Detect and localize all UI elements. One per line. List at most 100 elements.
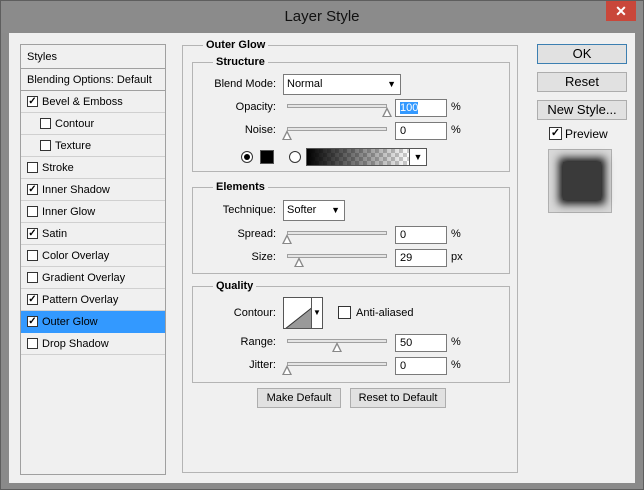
blend-mode-select[interactable]: Normal ▼ (283, 74, 401, 95)
style-item-label: Contour (55, 118, 95, 130)
style-item-stroke[interactable]: Stroke (21, 157, 165, 179)
contour-label: Contour: (233, 307, 276, 319)
technique-select[interactable]: Softer ▼ (283, 200, 345, 221)
preview-checkbox[interactable]: ✓ (549, 127, 562, 140)
elements-group: Elements Technique: Softer ▼ Spread: 0 %… (192, 181, 510, 274)
style-preview-thumbnail (548, 149, 612, 213)
style-item-label: Inner Glow (42, 206, 96, 218)
make-default-button[interactable]: Make Default (257, 388, 341, 408)
opacity-unit: % (451, 101, 461, 113)
style-item-label: Drop Shadow (42, 338, 109, 350)
spread-unit: % (451, 228, 461, 240)
style-item-label: Color Overlay (42, 250, 110, 262)
style-item-color-overlay[interactable]: Color Overlay (21, 245, 165, 267)
glow-color-swatch[interactable] (260, 150, 274, 164)
spread-label: Spread: (237, 228, 276, 240)
style-item-drop-shadow[interactable]: Drop Shadow (21, 333, 165, 355)
style-item-label: Satin (42, 228, 68, 240)
style-item-texture[interactable]: Texture (21, 135, 165, 157)
style-checkbox[interactable] (27, 272, 38, 283)
size-input[interactable]: 29 (395, 249, 447, 267)
preview-swatch (563, 162, 601, 200)
size-unit: px (451, 251, 463, 263)
opacity-value: 100 (400, 102, 419, 114)
noise-slider[interactable] (287, 127, 387, 131)
style-item-label: Bevel & Emboss (42, 96, 123, 108)
noise-label: Noise: (244, 124, 276, 136)
blend-mode-label: Blend Mode: (214, 78, 276, 90)
contour-dropdown-icon[interactable]: ▼ (311, 297, 323, 329)
style-item-label: Outer Glow (42, 316, 98, 328)
chevron-down-icon: ▼ (331, 205, 340, 215)
noise-input[interactable]: 0 (395, 122, 447, 140)
range-input[interactable]: 50 (395, 334, 447, 352)
range-slider-thumb[interactable] (332, 342, 342, 352)
spread-value: 0 (400, 229, 407, 241)
style-item-contour[interactable]: Contour (21, 113, 165, 135)
styles-list: Styles Blending Options: Default ✓ Bevel … (20, 44, 166, 475)
blending-options-item[interactable]: Blending Options: Default (21, 69, 165, 91)
spread-slider-thumb[interactable] (282, 234, 292, 244)
ok-button[interactable]: OK (537, 44, 627, 64)
style-item-label: Inner Shadow (42, 184, 110, 196)
style-checkbox[interactable] (27, 162, 38, 173)
gradient-radio[interactable] (289, 151, 301, 163)
style-checkbox[interactable]: ✓ (27, 184, 38, 195)
style-checkbox[interactable] (40, 140, 51, 151)
jitter-input[interactable]: 0 (395, 357, 447, 375)
technique-value: Softer (287, 204, 317, 216)
jitter-slider[interactable] (287, 362, 387, 366)
style-item-label: Stroke (42, 162, 74, 174)
title-bar[interactable]: Layer Style ✕ (1, 1, 643, 33)
dialog-title: Layer Style (284, 8, 360, 25)
noise-slider-thumb[interactable] (282, 130, 292, 140)
style-item-label: Texture (55, 140, 92, 152)
spread-slider[interactable] (287, 231, 387, 235)
opacity-slider-thumb[interactable] (382, 107, 392, 117)
size-value: 29 (400, 252, 413, 264)
style-checkbox[interactable] (27, 338, 38, 349)
style-checkbox[interactable] (27, 250, 38, 261)
style-checkbox[interactable]: ✓ (27, 96, 38, 107)
technique-label: Technique: (222, 204, 276, 216)
style-checkbox[interactable]: ✓ (27, 294, 38, 305)
glow-gradient-picker[interactable] (306, 148, 410, 166)
noise-value: 0 (400, 125, 407, 137)
size-slider-thumb[interactable] (294, 257, 304, 267)
jitter-label: Jitter: (249, 359, 276, 371)
styles-header[interactable]: Styles (21, 45, 165, 69)
style-item-inner-glow[interactable]: Inner Glow (21, 201, 165, 223)
opacity-slider[interactable] (287, 104, 387, 108)
reset-to-default-button[interactable]: Reset to Default (350, 388, 446, 408)
elements-title: Elements (213, 181, 268, 193)
spread-input[interactable]: 0 (395, 226, 447, 244)
jitter-slider-thumb[interactable] (282, 365, 292, 375)
style-item-label: Pattern Overlay (42, 294, 119, 306)
range-value: 50 (400, 337, 413, 349)
style-checkbox[interactable] (40, 118, 51, 129)
jitter-unit: % (451, 359, 461, 371)
opacity-input[interactable]: 100 (395, 99, 447, 117)
gradient-dropdown-icon[interactable]: ▼ (409, 148, 427, 166)
anti-aliased-checkbox[interactable] (338, 306, 351, 319)
blend-mode-value: Normal (287, 78, 323, 90)
size-label: Size: (251, 251, 276, 263)
style-item-outer-glow[interactable]: ✓ Outer Glow (21, 311, 165, 333)
structure-title: Structure (213, 56, 268, 68)
reset-button[interactable]: Reset (537, 72, 627, 92)
style-item-bevel-emboss[interactable]: ✓ Bevel & Emboss (21, 91, 165, 113)
noise-unit: % (451, 124, 461, 136)
close-button[interactable]: ✕ (606, 1, 636, 21)
new-style-button[interactable]: New Style... (537, 100, 627, 120)
style-item-gradient-overlay[interactable]: Gradient Overlay (21, 267, 165, 289)
style-checkbox[interactable]: ✓ (27, 228, 38, 239)
dialog-body: Styles Blending Options: Default ✓ Bevel … (9, 33, 635, 483)
style-checkbox[interactable] (27, 206, 38, 217)
style-checkbox[interactable]: ✓ (27, 316, 38, 327)
solid-color-radio[interactable] (241, 151, 253, 163)
style-item-inner-shadow[interactable]: ✓ Inner Shadow (21, 179, 165, 201)
range-unit: % (451, 336, 461, 348)
style-item-pattern-overlay[interactable]: ✓ Pattern Overlay (21, 289, 165, 311)
style-item-satin[interactable]: ✓ Satin (21, 223, 165, 245)
range-label: Range: (240, 336, 276, 348)
